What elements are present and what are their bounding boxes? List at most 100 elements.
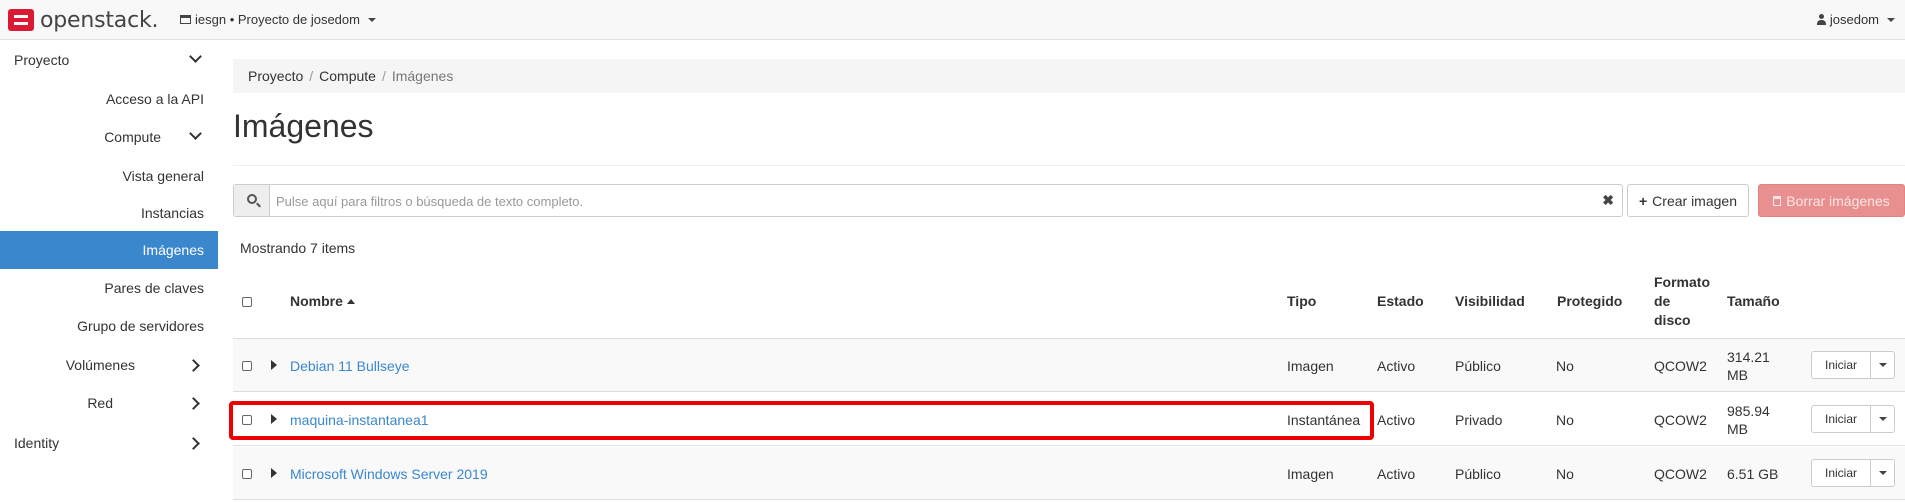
image-size-unit: MB [1727, 367, 1748, 383]
row-actions: Iniciar [1811, 459, 1895, 487]
launch-button[interactable]: Iniciar [1811, 351, 1871, 379]
table-row: Debian 11 Bullseye Imagen Activo Público… [233, 339, 1905, 392]
chevron-right-icon [187, 359, 200, 372]
image-name-link[interactable]: Debian 11 Bullseye [290, 357, 410, 375]
sort-ascending-icon [346, 299, 355, 304]
launch-button[interactable]: Iniciar [1811, 459, 1871, 487]
plus-icon: + [1638, 192, 1648, 209]
table-row: maquina-instantanea1 Instantánea Activo … [233, 393, 1905, 446]
delete-images-button[interactable]: Borrar imágenes [1758, 184, 1905, 217]
column-header-size[interactable]: Tamaño [1727, 292, 1780, 311]
launch-button[interactable]: Iniciar [1811, 405, 1871, 433]
image-size-unit: MB [1727, 421, 1748, 437]
search-icon [247, 194, 257, 204]
breadcrumb-compute[interactable]: Compute [319, 68, 376, 84]
openstack-logo[interactable]: openstack. [8, 7, 159, 33]
image-visibility: Privado [1455, 412, 1503, 428]
row-actions: Iniciar [1811, 405, 1895, 433]
breadcrumb: Proyecto / Compute / Imágenes [233, 59, 1905, 93]
sidebar-item-imagenes[interactable]: Imágenes [0, 231, 218, 269]
image-size-value: 6.51 GB [1727, 466, 1779, 482]
breadcrumb-separator: / [309, 68, 314, 84]
sidebar-item-grupo-servidores[interactable]: Grupo de servidores [0, 307, 218, 345]
brand-name: openstack. [40, 7, 159, 33]
column-header-type[interactable]: Tipo [1287, 292, 1316, 311]
row-checkbox[interactable] [242, 415, 252, 425]
image-size: 314.21 MB [1727, 348, 1770, 384]
chevron-down-icon [1878, 363, 1887, 367]
image-format: QCOW2 [1654, 358, 1707, 374]
chevron-right-icon [187, 397, 200, 410]
create-image-button[interactable]: + Crear imagen [1627, 184, 1749, 217]
user-menu[interactable]: josedom [1816, 12, 1895, 27]
project-label: iesgn • Proyecto de josedom [195, 12, 360, 27]
sidebar-item-acceso-api[interactable]: Acceso a la API [0, 80, 218, 118]
image-size: 985.94 MB [1727, 402, 1770, 438]
image-name-link[interactable]: maquina-instantanea1 [290, 411, 429, 429]
chevron-down-icon [189, 127, 202, 140]
row-checkbox[interactable] [242, 361, 252, 371]
column-header-format[interactable]: Formato de disco [1654, 273, 1710, 330]
image-type: Imagen [1287, 466, 1334, 482]
image-visibility: Público [1455, 466, 1501, 482]
chevron-down-icon [1887, 17, 1895, 22]
sidebar-item-compute[interactable]: Compute [0, 118, 218, 156]
sidebar-item-proyecto[interactable]: Proyecto [0, 41, 218, 79]
image-protected: No [1556, 412, 1574, 428]
row-actions-dropdown[interactable] [1871, 351, 1895, 379]
sidebar-item-label: Vista general [122, 168, 204, 184]
image-size-value: 314.21 [1727, 349, 1770, 365]
chevron-down-icon [1878, 471, 1887, 475]
sidebar-item-volumenes[interactable]: Volúmenes [0, 346, 218, 384]
image-format: QCOW2 [1654, 466, 1707, 482]
project-switcher[interactable]: iesgn • Proyecto de josedom [180, 12, 376, 27]
expand-row-icon[interactable] [271, 414, 277, 424]
sidebar-item-instancias[interactable]: Instancias [0, 194, 218, 232]
sidebar-item-label: Identity [14, 435, 60, 451]
image-name-link[interactable]: Microsoft Windows Server 2019 [290, 465, 488, 483]
image-size-value: 985.94 [1727, 403, 1770, 419]
column-header-name[interactable]: Nombre [290, 292, 355, 311]
select-all-checkbox[interactable] [242, 297, 252, 307]
sidebar-item-label: Red [87, 395, 113, 411]
chevron-down-icon [189, 50, 202, 63]
sidebar-item-label: Proyecto [14, 52, 70, 68]
sidebar: Proyecto Acceso a la API Compute Vista g… [0, 40, 218, 502]
image-protected: No [1556, 358, 1574, 374]
sidebar-item-label: Grupo de servidores [77, 318, 204, 334]
sidebar-item-label: Acceso a la API [105, 91, 204, 107]
image-type: Instantánea [1287, 412, 1361, 428]
clear-filter-icon[interactable]: ✖ [1602, 192, 1614, 209]
filter-bar: ✖ [233, 184, 1623, 217]
row-actions-dropdown[interactable] [1871, 405, 1895, 433]
column-header-label: de [1654, 293, 1671, 309]
expand-row-icon[interactable] [271, 468, 277, 478]
image-format: QCOW2 [1654, 412, 1707, 428]
items-count: Mostrando 7 items [240, 240, 356, 256]
column-header-label: Formato [1654, 274, 1710, 290]
image-size: 6.51 GB [1727, 465, 1778, 483]
search-input[interactable] [276, 191, 1576, 211]
delete-images-label: Borrar imágenes [1786, 192, 1890, 209]
image-visibility: Público [1455, 358, 1501, 374]
user-icon [1816, 14, 1826, 25]
filter-facet-button[interactable] [234, 185, 270, 216]
breadcrumb-proyecto[interactable]: Proyecto [248, 68, 303, 84]
column-header-protected[interactable]: Protegido [1557, 292, 1622, 311]
row-checkbox[interactable] [242, 469, 252, 479]
chevron-right-icon [187, 437, 200, 450]
row-actions-dropdown[interactable] [1871, 459, 1895, 487]
expand-row-icon[interactable] [271, 360, 277, 370]
breadcrumb-current: Imágenes [391, 68, 454, 84]
page-title: Imágenes [233, 108, 374, 144]
sidebar-item-pares-claves[interactable]: Pares de claves [0, 269, 218, 307]
sidebar-item-vista-general[interactable]: Vista general [0, 157, 218, 195]
sidebar-item-identity[interactable]: Identity [0, 424, 218, 462]
image-protected: No [1556, 466, 1574, 482]
sidebar-item-red[interactable]: Red [0, 384, 218, 422]
column-header-visibility[interactable]: Visibilidad [1455, 292, 1525, 311]
column-header-label: Nombre [290, 293, 343, 309]
image-status: Activo [1377, 412, 1416, 428]
column-header-status[interactable]: Estado [1377, 292, 1424, 311]
image-status: Activo [1377, 466, 1416, 482]
